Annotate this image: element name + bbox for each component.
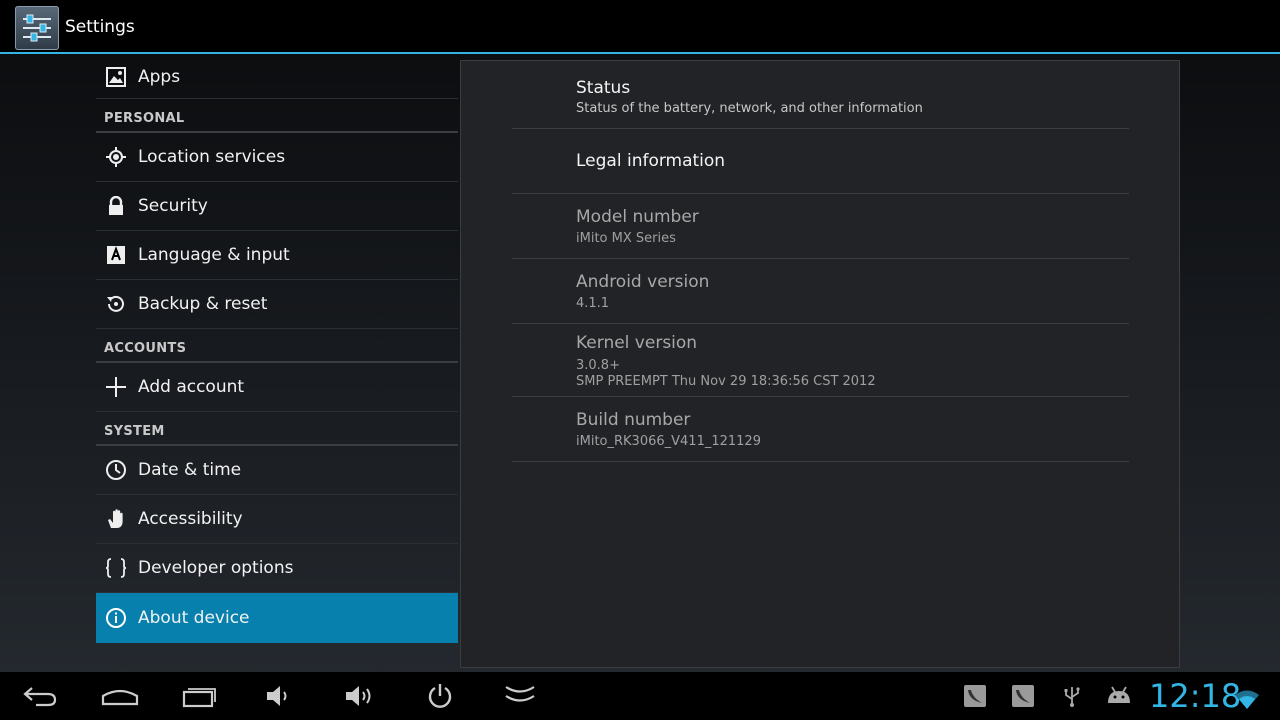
android-debug-icon [1104, 680, 1134, 712]
pref-legal-information[interactable]: Legal information [512, 129, 1129, 194]
sidebar-item-location-services[interactable]: Location services [96, 133, 458, 182]
sidebar-item-security[interactable]: Security [96, 182, 458, 231]
sidebar-item-label: Add account [138, 377, 245, 397]
sidebar-item-label: Language & input [138, 245, 290, 265]
section-header-personal: PERSONAL [96, 99, 458, 133]
sidebar-item-accessibility[interactable]: Accessibility [96, 495, 458, 544]
sidebar-item-add-account[interactable]: Add account [96, 363, 458, 412]
plus-icon [105, 376, 127, 398]
hide-bar-icon[interactable] [502, 680, 538, 712]
sidebar-item-label: Accessibility [138, 509, 243, 529]
pref-summary: 4.1.1 [576, 296, 610, 311]
pref-summary: iMito MX Series [576, 231, 676, 246]
home-icon[interactable] [100, 680, 140, 712]
back-icon[interactable] [20, 680, 60, 712]
pref-title: Build number [576, 410, 691, 430]
section-header-accounts: ACCOUNTS [96, 329, 458, 363]
settings-app-icon[interactable] [15, 6, 59, 50]
pref-title: Model number [576, 207, 699, 227]
system-bar: 12:18 [0, 672, 1280, 720]
pref-android-version[interactable]: Android version 4.1.1 [512, 259, 1129, 324]
sidebar-item-backup-reset[interactable]: Backup & reset [96, 280, 458, 329]
usb-icon [1060, 680, 1084, 712]
pref-title: Android version [576, 272, 710, 292]
sidebar-item-developer-options[interactable]: Developer options [96, 544, 458, 593]
about-device-panel: Status Status of the battery, network, a… [460, 60, 1180, 668]
volume-up-icon[interactable] [342, 680, 378, 712]
wifi-icon [1234, 684, 1260, 716]
pref-model-number: Model number iMito MX Series [512, 194, 1129, 259]
sidebar-item-label: Location services [138, 147, 286, 167]
sidebar-item-label: Security [138, 196, 208, 216]
pref-summary: 3.0.8+ [576, 358, 620, 373]
lock-icon [105, 195, 127, 217]
notification-icon[interactable] [962, 680, 988, 712]
sidebar-item-language-input[interactable]: Language & input [96, 231, 458, 280]
sidebar-item-label: Date & time [138, 460, 242, 480]
location-icon [105, 146, 127, 168]
pref-summary: Status of the battery, network, and othe… [576, 101, 923, 116]
action-bar: Settings [0, 0, 1280, 54]
sidebar-item-apps[interactable]: Apps [96, 56, 458, 99]
sidebar-item-label: Apps [138, 67, 181, 87]
sidebar-item-date-time[interactable]: Date & time [96, 446, 458, 495]
apps-icon [105, 66, 127, 88]
pref-title: Legal information [576, 151, 726, 171]
recent-apps-icon[interactable] [180, 680, 220, 712]
clock-icon [105, 459, 127, 481]
hand-icon [105, 508, 127, 530]
braces-icon [105, 557, 127, 579]
settings-list: Apps PERSONAL Location services Security… [96, 56, 458, 643]
clock-text: 12:18 [1149, 677, 1242, 715]
power-icon[interactable] [424, 680, 456, 712]
section-header-system: SYSTEM [96, 412, 458, 446]
pref-title: Kernel version [576, 333, 698, 353]
pref-summary: iMito_RK3066_V411_121129 [576, 434, 761, 449]
pref-status[interactable]: Status Status of the battery, network, a… [512, 61, 1129, 129]
notification-icon[interactable] [1010, 680, 1036, 712]
pref-kernel-version: Kernel version 3.0.8+ SMP PREEMPT Thu No… [512, 324, 1129, 397]
sidebar-item-label: Backup & reset [138, 294, 268, 314]
backup-restore-icon [105, 293, 127, 315]
sidebar-item-about-device[interactable]: About device [96, 593, 458, 643]
sidebar-item-label: Developer options [138, 558, 294, 578]
page-title: Settings [65, 17, 135, 37]
volume-down-icon[interactable] [262, 680, 294, 712]
pref-title: Status [576, 78, 631, 98]
language-icon [105, 244, 127, 266]
pref-build-number[interactable]: Build number iMito_RK3066_V411_121129 [512, 397, 1129, 462]
sidebar-item-label: About device [138, 607, 250, 628]
info-icon [105, 607, 127, 629]
pref-summary-line2: SMP PREEMPT Thu Nov 29 18:36:56 CST 2012 [576, 374, 876, 389]
